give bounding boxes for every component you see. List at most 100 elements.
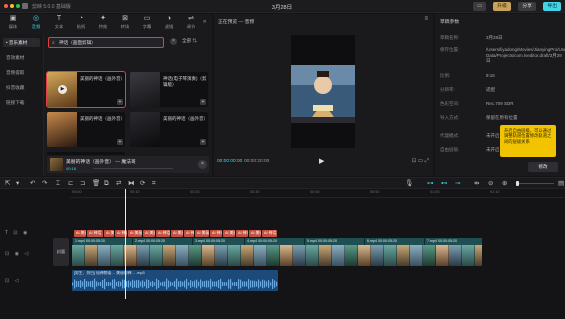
split-icon[interactable]: ⌶ [56, 179, 60, 189]
music-card[interactable]: 美丽的神话（画外音） + [130, 112, 208, 147]
export-button[interactable]: 导出 [543, 2, 561, 11]
video-clip-header[interactable]: 5.mp4 00:00:05:20 [304, 238, 364, 245]
subtitle-clip[interactable]: AI 神话 [236, 230, 248, 237]
tab-text[interactable]: T 文本 [48, 14, 70, 34]
close-dot-icon[interactable] [4, 4, 8, 8]
subtitle-clip[interactable]: AI 神话 [210, 230, 222, 237]
add-icon[interactable]: + [117, 99, 123, 105]
subtitle-clip[interactable]: AI 美丽 [171, 230, 183, 237]
chevron-down-icon[interactable]: ▾ [16, 179, 19, 189]
close-icon[interactable]: × [198, 160, 207, 169]
audio-clip[interactable]: [男生、旁白] 仙神物语… 美丽的神… .mp3 [72, 270, 278, 291]
menu-icon[interactable]: ≡ [424, 16, 428, 22]
tab-audio[interactable]: ◎ 音频 [25, 14, 47, 34]
auto-snap-icon[interactable]: ⊷ [441, 179, 448, 189]
subtitle-clip[interactable]: AI 美丽的 [104, 230, 114, 237]
lock-icon[interactable]: ⊡ [5, 278, 11, 284]
sidebar-item-sfx[interactable]: 音效素材 [3, 53, 40, 62]
subtitle-clip[interactable]: AI 美丽 [223, 230, 235, 237]
fullscreen-crop-icon[interactable]: ⊡ [412, 158, 417, 164]
video-clip-header[interactable]: 6.mp4 00:00:05:20 [364, 238, 424, 245]
volume-icon[interactable]: ◁ [15, 278, 21, 284]
sidebar-item-extract[interactable]: 音频提取 [3, 68, 40, 77]
fit-icon[interactable]: ▤ [558, 179, 564, 189]
split-right-icon[interactable]: ⊐ [80, 179, 85, 189]
video-frame[interactable] [291, 35, 355, 148]
zoom-in-icon[interactable]: ⊕ [502, 179, 507, 189]
video-clip-header[interactable]: 1.mp4 00:00:05:20 [72, 238, 132, 245]
time-ruler[interactable]: 00:00 00:10 00:20 00:30 00:40 00:50 01:0… [70, 189, 565, 198]
subtitle-clip[interactable]: AI 神话 [87, 230, 103, 237]
freeze-icon[interactable]: ⧉ [104, 179, 109, 189]
ratio-icon[interactable]: ▭ [418, 158, 423, 164]
video-clip-header[interactable]: 7.mp4 00:00:05:20 [424, 238, 482, 245]
subtitle-clip[interactable]: AI 美丽的 [195, 230, 209, 237]
subtitle-clip[interactable]: AI 美丽 [74, 230, 86, 237]
search-input[interactable]: 神话（画面剪辑） [59, 40, 149, 46]
more-tabs-icon[interactable]: » [203, 19, 206, 25]
upgrade-button[interactable]: 升级 [493, 2, 511, 11]
zoom-slider-handle[interactable] [516, 181, 519, 186]
zoom-slider[interactable] [516, 183, 554, 184]
tab-captions[interactable]: ▭ 字幕 [136, 14, 158, 34]
select-icon[interactable]: ⇱ [5, 179, 10, 189]
add-icon[interactable]: + [200, 139, 206, 145]
tab-filters[interactable]: ◑ 滤镜 [158, 14, 180, 34]
split-left-icon[interactable]: ⊏ [68, 179, 73, 189]
share-button[interactable]: 分享 [518, 2, 536, 11]
music-card[interactable]: 美丽的神话（画外音） + [47, 112, 125, 147]
subtitle-clip[interactable]: AI 神话 [156, 230, 170, 237]
lock-icon[interactable]: ⊡ [13, 230, 19, 236]
tab-effects[interactable]: ✦ 特效 [92, 14, 114, 34]
main-track-magnet-icon[interactable]: ⊶ [427, 179, 434, 189]
video-clip-header[interactable]: 3.mp4 00:00:05:20 [192, 238, 244, 245]
lock-icon[interactable]: ⊡ [5, 251, 11, 257]
music-card[interactable]: ▶ 美丽的神话（画外音） + [46, 71, 126, 108]
tab-adjust[interactable]: ⇌ 调节 [180, 14, 202, 34]
volume-icon[interactable]: ◁ [24, 251, 30, 257]
zoom-out-icon[interactable]: ⊖ [488, 179, 493, 189]
music-card[interactable]: 神话(电子琴演奏)（剪辑版） + [130, 72, 208, 107]
tab-transitions[interactable]: ⊠ 转场 [114, 14, 136, 34]
play-icon[interactable]: ▶ [58, 85, 67, 94]
redo-icon[interactable]: ↷ [42, 179, 47, 189]
linkage-icon[interactable]: ⊸ [455, 179, 460, 189]
music-card[interactable] [47, 152, 125, 155]
rotate-icon[interactable]: ⟳ [140, 179, 145, 189]
subtitle-clip[interactable]: AI 美丽 [249, 230, 261, 237]
minimize-dot-icon[interactable] [10, 4, 14, 8]
crop-icon[interactable]: ⌗ [152, 179, 156, 189]
undo-icon[interactable]: ↶ [30, 179, 35, 189]
subtitle-clip[interactable]: AI 神话 [184, 230, 194, 237]
mic-icon[interactable]: 🎙 [405, 179, 413, 189]
video-clip-header[interactable]: 2.mp4 00:00:05:20 [132, 238, 192, 245]
playhead[interactable] [125, 189, 126, 299]
clear-icon[interactable]: × [170, 38, 177, 45]
sidebar-item-douyin[interactable]: 抖音收藏 [3, 83, 40, 92]
delete-icon[interactable]: 🗑 [92, 179, 100, 189]
sidebar-item-music[interactable]: • 音乐素材 [3, 38, 40, 47]
fullscreen-icon[interactable]: ⤢ [425, 158, 429, 164]
mirror-icon[interactable]: ⧓ [128, 179, 135, 189]
video-track-frames[interactable] [72, 245, 482, 266]
layout-button[interactable]: ▭ [473, 2, 486, 11]
play-icon[interactable]: ▶ [319, 157, 324, 165]
filter-dropdown[interactable]: 全部 ⇅ [182, 38, 210, 44]
eye-icon[interactable]: ◉ [15, 251, 21, 257]
modify-button[interactable]: 修改 [528, 162, 558, 172]
player-progress[interactable] [93, 168, 173, 169]
subtitle-clip[interactable]: AI 美丽的 [143, 230, 155, 237]
zoom-dot-icon[interactable] [16, 4, 20, 8]
video-clip-header[interactable]: 4.mp4 00:00:05:20 [244, 238, 304, 245]
tab-media[interactable]: ▣ 媒体 [2, 14, 24, 34]
cover-button[interactable]: 封面 [53, 238, 69, 266]
add-icon[interactable]: + [117, 139, 123, 145]
eye-icon[interactable]: ◉ [23, 230, 29, 236]
subtitle-clip[interactable]: AI 美丽 [128, 230, 142, 237]
sidebar-item-link[interactable]: 链接下载 [3, 98, 40, 107]
search-box[interactable]: ⌕ 神话（画面剪辑） [48, 37, 164, 48]
subtitle-clip[interactable]: AI 神话 [262, 230, 277, 237]
reverse-icon[interactable]: ⇄ [116, 179, 121, 189]
add-icon[interactable]: + [200, 99, 206, 105]
preview-axis-icon[interactable]: ⇹ [474, 179, 479, 189]
